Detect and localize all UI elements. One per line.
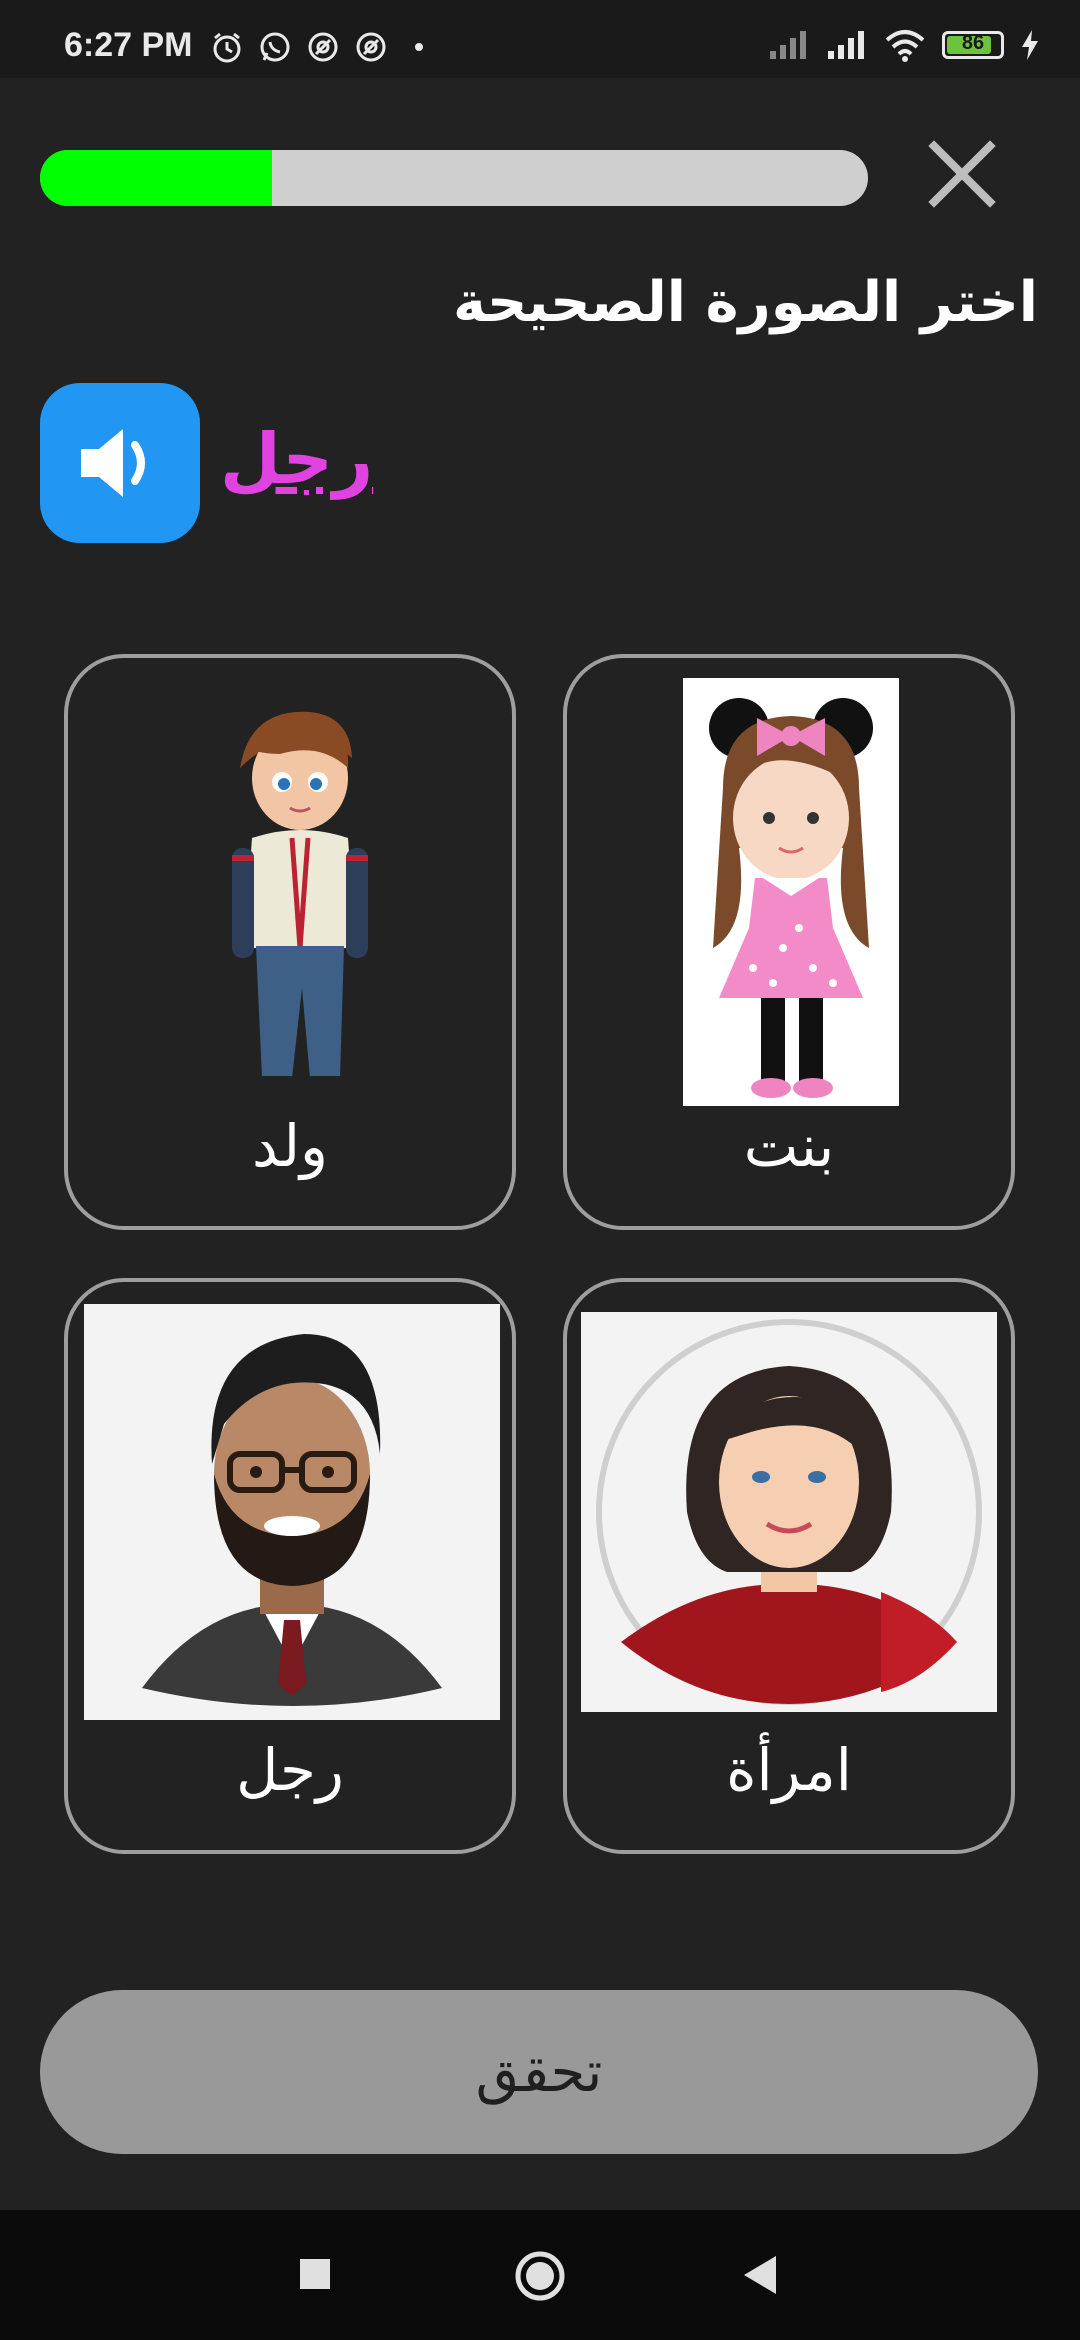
lesson-progress-bar	[40, 150, 868, 206]
woman-image	[581, 1312, 997, 1712]
wifi-icon	[885, 30, 925, 62]
girl-image	[683, 678, 899, 1106]
option-card-man[interactable]: رجل	[64, 1278, 516, 1854]
system-icons: 86	[768, 28, 1040, 62]
app-notification-icon	[308, 32, 338, 62]
option-label: امرأة	[726, 1736, 852, 1804]
signal-icon	[770, 31, 806, 59]
whatsapp-icon	[260, 32, 290, 62]
option-label: رجل	[236, 1736, 344, 1804]
play-audio-button[interactable]	[40, 383, 200, 543]
close-button[interactable]	[920, 132, 1004, 216]
question-prompt: اختر الصورة الصحيحة	[453, 270, 1038, 335]
option-card-woman[interactable]: امرأة	[563, 1278, 1015, 1854]
option-label: ولد	[251, 1112, 329, 1180]
system-navigation-bar	[0, 2210, 1080, 2340]
progress-fill	[40, 150, 272, 206]
boy-image	[232, 711, 368, 1090]
alarm-icon	[213, 32, 241, 63]
status-time: 6:27 PM	[64, 26, 193, 64]
battery-icon: 86	[942, 31, 1004, 59]
check-answer-button[interactable]: تحقق	[40, 1990, 1038, 2154]
app-screen: 6:27 PM 86 اختر الصورة الصحيحة رجل ولد ب…	[0, 0, 1080, 2340]
option-card-boy[interactable]: ولد	[64, 654, 516, 1230]
target-word: رجل	[220, 418, 374, 500]
close-icon	[928, 140, 996, 208]
recent-apps-icon[interactable]	[298, 2257, 332, 2291]
more-notifications-dot-icon	[415, 43, 423, 51]
app-notification-icon	[356, 32, 386, 62]
speaker-icon	[81, 429, 145, 497]
notification-icons	[210, 30, 436, 64]
home-icon[interactable]	[512, 2248, 568, 2304]
status-bar: 6:27 PM 86	[0, 0, 1080, 78]
option-label: بنت	[743, 1112, 835, 1180]
charging-icon	[1022, 30, 1038, 60]
signal-icon	[828, 31, 864, 59]
man-image	[84, 1304, 500, 1720]
option-card-girl[interactable]: بنت	[563, 654, 1015, 1230]
back-icon[interactable]	[742, 2254, 778, 2296]
battery-level: 86	[961, 32, 985, 54]
